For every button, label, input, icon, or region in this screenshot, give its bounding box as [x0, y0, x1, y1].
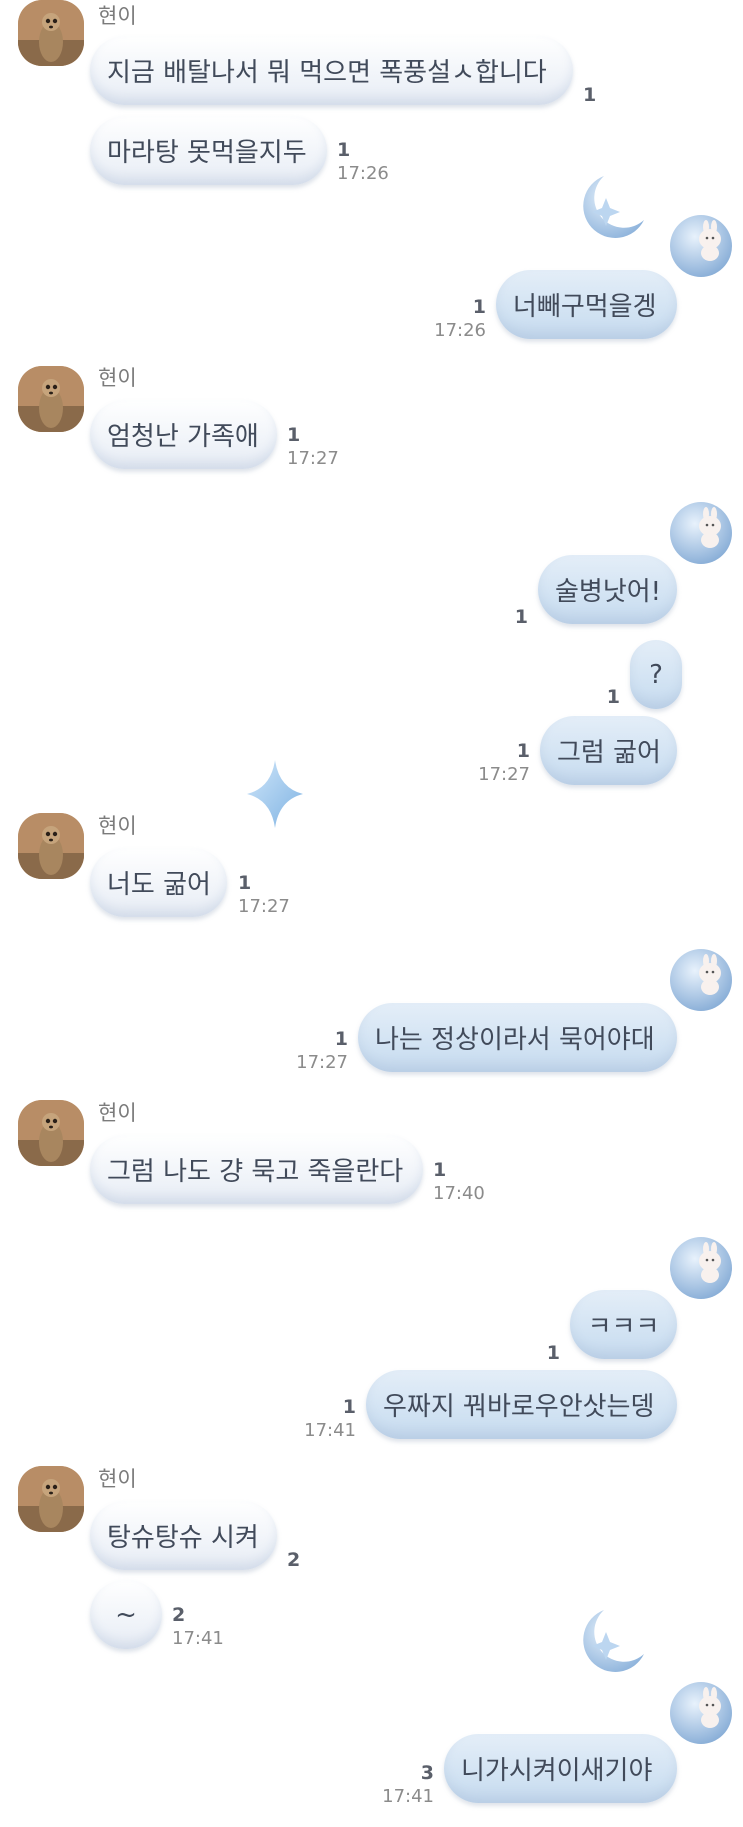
message-time: 17:41	[304, 1420, 356, 1441]
bunny-on-moon-icon	[668, 947, 734, 1013]
message-meta: 2	[287, 1549, 300, 1572]
message-meta: 1 17:27	[292, 1028, 348, 1074]
message-text: ~	[115, 1599, 137, 1630]
unread-count: 1	[583, 84, 597, 106]
message-meta: 1 17:27	[474, 740, 530, 786]
message-meta: 1 17:40	[433, 1159, 485, 1205]
message-bubble[interactable]: 우짜지 꿔바로우안삿는뎅	[366, 1370, 677, 1439]
message-time: 17:27	[238, 896, 290, 917]
unread-count: 1	[287, 424, 301, 446]
message-bubble[interactable]: 너도 굶어	[90, 848, 227, 917]
message-time: 17:41	[382, 1786, 434, 1807]
bunny-on-moon-icon	[668, 213, 734, 279]
unread-count: 2	[287, 1549, 301, 1571]
meerkat-avatar-icon[interactable]	[18, 366, 84, 432]
message-time: 17:26	[434, 320, 486, 341]
message-meta: 1 17:41	[300, 1396, 356, 1442]
message-meta: 1	[592, 686, 620, 709]
bunny-on-moon-icon	[668, 1235, 734, 1301]
message-time: 17:41	[172, 1628, 224, 1649]
message-bubble[interactable]: 지금 배탈나서 뭐 먹으면 폭풍설ㅅ합니다	[90, 36, 573, 105]
message-text: 지금 배탈나서 뭐 먹으면 폭풍설ㅅ합니다	[107, 58, 547, 88]
message-text: 그럼 나도 걍 묵고 죽을란다	[107, 1157, 404, 1187]
message-text: 니가시켜이새기야	[461, 1756, 653, 1786]
message-meta: 1 17:26	[337, 139, 389, 185]
unread-count: 2	[172, 1604, 186, 1626]
bunny-on-moon-icon	[668, 500, 734, 566]
message-time: 17:40	[433, 1183, 485, 1204]
message-meta: 1 17:27	[238, 872, 290, 918]
bunny-on-moon-icon	[668, 1680, 734, 1746]
unread-count: 3	[420, 1762, 434, 1784]
message-time: 17:27	[296, 1052, 348, 1073]
message-text: 너도 굶어	[107, 870, 211, 900]
message-time: 17:26	[337, 163, 389, 184]
unread-count: 1	[514, 606, 528, 628]
message-bubble[interactable]: 탕슈탕슈 시켜	[90, 1501, 277, 1570]
unread-count: 1	[516, 740, 530, 762]
sender-name: 현이	[98, 1467, 137, 1491]
crescent-moon-icon	[574, 170, 650, 246]
meerkat-avatar-icon[interactable]	[18, 0, 84, 66]
message-bubble[interactable]: ~	[90, 1580, 162, 1649]
message-meta: 1 17:27	[287, 424, 339, 470]
unread-count: 1	[342, 1396, 356, 1418]
message-meta: 1 17:26	[432, 296, 486, 342]
message-text: 나는 정상이라서 묵어야대	[375, 1025, 655, 1055]
message-text: ?	[649, 659, 663, 690]
message-bubble[interactable]: 엄청난 가족애	[90, 400, 277, 469]
message-meta: 1	[532, 1342, 560, 1365]
crescent-moon-icon	[574, 1604, 650, 1680]
message-bubble[interactable]: 마라탕 못먹을지두	[90, 116, 327, 185]
message-bubble[interactable]: ?	[630, 640, 682, 709]
message-text: 탕슈탕슈 시켜	[107, 1523, 259, 1553]
meerkat-avatar-icon[interactable]	[18, 1100, 84, 1166]
message-text: 그럼 굶어	[557, 738, 661, 768]
message-time: 17:27	[287, 448, 339, 469]
message-bubble[interactable]: 술병낫어!	[538, 555, 677, 624]
sender-name: 현이	[98, 814, 137, 838]
sender-name: 현이	[98, 366, 137, 390]
message-text: ㅋㅋㅋ	[587, 1312, 660, 1342]
message-text: 마라탕 못먹을지두	[107, 138, 307, 168]
sender-name: 현이	[98, 4, 137, 28]
unread-count: 1	[334, 1028, 348, 1050]
message-text: 우짜지 꿔바로우안삿는뎅	[383, 1392, 655, 1422]
message-bubble[interactable]: 그럼 굶어	[540, 716, 677, 785]
unread-count: 1	[337, 139, 351, 161]
meerkat-avatar-icon[interactable]	[18, 1466, 84, 1532]
message-text: 술병낫어!	[555, 577, 662, 607]
message-bubble[interactable]: 너빼구먹을겡	[496, 270, 677, 339]
message-bubble[interactable]: ㅋㅋㅋ	[570, 1290, 677, 1359]
unread-count: 1	[238, 872, 252, 894]
message-bubble[interactable]: 그럼 나도 걍 묵고 죽을란다	[90, 1135, 423, 1204]
message-meta: 3 17:41	[378, 1762, 434, 1808]
message-meta: 1	[500, 606, 528, 629]
meerkat-avatar-icon[interactable]	[18, 813, 84, 879]
message-bubble[interactable]: 나는 정상이라서 묵어야대	[358, 1003, 677, 1072]
message-text: 엄청난 가족애	[107, 422, 259, 452]
unread-count: 1	[546, 1342, 560, 1364]
chat-area[interactable]: 현이 지금 배탈나서 뭐 먹으면 폭풍설ㅅ합니다 1 마라탕 못먹을지두 1 1…	[0, 0, 743, 1827]
unread-count: 1	[606, 686, 620, 708]
blue-sparkle-icon	[245, 758, 305, 830]
unread-count: 1	[472, 296, 486, 318]
message-text: 너빼구먹을겡	[513, 292, 657, 322]
message-time: 17:27	[478, 764, 530, 785]
message-meta: 1	[583, 84, 596, 107]
message-meta: 2 17:41	[172, 1604, 224, 1650]
unread-count: 1	[433, 1159, 447, 1181]
message-bubble[interactable]: 니가시켜이새기야	[444, 1734, 677, 1803]
sender-name: 현이	[98, 1101, 137, 1125]
